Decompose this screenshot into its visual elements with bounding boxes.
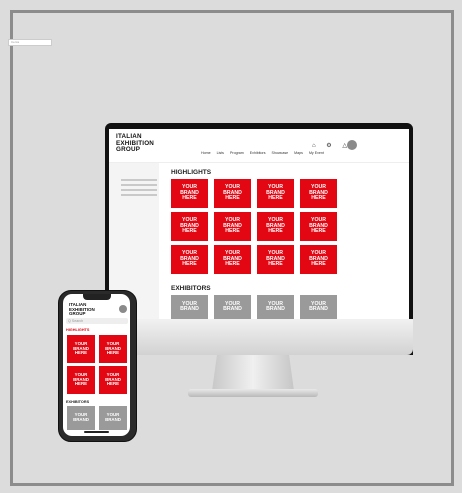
tile-label: YOUR BRAND HERE xyxy=(105,341,121,356)
tile-label: YOUR BRAND HERE xyxy=(223,217,242,235)
highlight-tile[interactable]: YOUR BRAND HERE xyxy=(214,179,251,208)
tile-label: YOUR BRAND HERE xyxy=(223,250,242,268)
phone-highlight-tile[interactable]: YOUR BRAND HERE xyxy=(99,335,127,363)
tile-label: YOUR BRAND HERE xyxy=(223,184,242,202)
desktop-highlights-title: HIGHLIGHTS xyxy=(171,169,212,176)
tile-label: YOUR BRAND xyxy=(73,412,89,422)
phone-notch xyxy=(83,294,111,300)
highlight-tile[interactable]: YOUR BRAND HERE xyxy=(300,179,337,208)
phone-highlights-title: HIGHLIGHTS xyxy=(66,328,90,332)
sidebar-item-4 xyxy=(121,194,157,196)
phone-highlight-tile[interactable]: YOUR BRAND HERE xyxy=(67,335,95,363)
tile-label: YOUR BRAND xyxy=(266,300,285,312)
desktop-exhibitors-title: EXHIBITORS xyxy=(171,285,211,292)
tile-label: YOUR BRAND HERE xyxy=(309,250,328,268)
highlight-tile[interactable]: YOUR BRAND HERE xyxy=(171,212,208,241)
logo-line: GROUP xyxy=(69,311,86,317)
tile-label: YOUR BRAND HERE xyxy=(180,217,199,235)
highlight-tile[interactable]: YOUR BRAND HERE xyxy=(214,245,251,274)
highlight-tile[interactable]: YOUR BRAND HERE xyxy=(171,179,208,208)
tile-label: YOUR BRAND HERE xyxy=(73,372,89,387)
exhibitor-tile[interactable]: YOUR BRAND xyxy=(214,295,251,319)
exhibitor-tile[interactable]: YOUR BRAND xyxy=(171,295,208,319)
highlight-tile[interactable]: YOUR BRAND HERE xyxy=(257,179,294,208)
tile-label: YOUR BRAND HERE xyxy=(73,341,89,356)
tile-label: YOUR BRAND xyxy=(223,300,242,312)
sidebar-item-2 xyxy=(121,184,157,186)
sidebar-item-3 xyxy=(121,189,157,191)
exhibitor-tile[interactable]: YOUR BRAND xyxy=(300,295,337,319)
page: ITALIAN EXHIBITION GROUP Home Lists Prog… xyxy=(0,0,462,493)
phone-search-input[interactable]: Q Search xyxy=(66,318,128,324)
phone-exhibitor-tile[interactable]: YOUR BRAND xyxy=(99,406,127,430)
tile-label: YOUR BRAND xyxy=(180,300,199,312)
phone-highlight-tile[interactable]: YOUR BRAND HERE xyxy=(67,366,95,394)
tile-label: YOUR BRAND HERE xyxy=(180,250,199,268)
highlight-tile[interactable]: YOUR BRAND HERE xyxy=(300,245,337,274)
highlight-tile[interactable]: YOUR BRAND HERE xyxy=(257,245,294,274)
tile-label: YOUR BRAND HERE xyxy=(266,217,285,235)
highlight-tile[interactable]: YOUR BRAND HERE xyxy=(300,212,337,241)
tile-label: YOUR BRAND HERE xyxy=(266,184,285,202)
tile-label: YOUR BRAND xyxy=(105,412,121,422)
exhibitor-tile[interactable]: YOUR BRAND xyxy=(257,295,294,319)
highlight-tile[interactable]: YOUR BRAND HERE xyxy=(257,212,294,241)
phone-home-indicator xyxy=(84,431,109,433)
tile-label: YOUR BRAND HERE xyxy=(105,372,121,387)
sidebar-item-1 xyxy=(121,179,157,181)
sidebar-filter-lines xyxy=(121,179,157,196)
phone-avatar[interactable] xyxy=(119,305,127,313)
highlight-tile[interactable]: YOUR BRAND HERE xyxy=(214,212,251,241)
tile-label: YOUR BRAND HERE xyxy=(309,184,328,202)
tile-label: YOUR BRAND HERE xyxy=(180,184,199,202)
phone-exhibitors-title: EXHIBITORS xyxy=(66,400,90,404)
highlight-tile[interactable]: YOUR BRAND HERE xyxy=(171,245,208,274)
phone-highlight-tile[interactable]: YOUR BRAND HERE xyxy=(99,366,127,394)
tile-label: YOUR BRAND xyxy=(309,300,328,312)
tile-label: YOUR BRAND HERE xyxy=(266,250,285,268)
tile-label: YOUR BRAND HERE xyxy=(309,217,328,235)
phone-logo[interactable]: ITALIAN EXHIBITION GROUP xyxy=(69,302,95,317)
phone-exhibitor-tile[interactable]: YOUR BRAND xyxy=(67,406,95,430)
